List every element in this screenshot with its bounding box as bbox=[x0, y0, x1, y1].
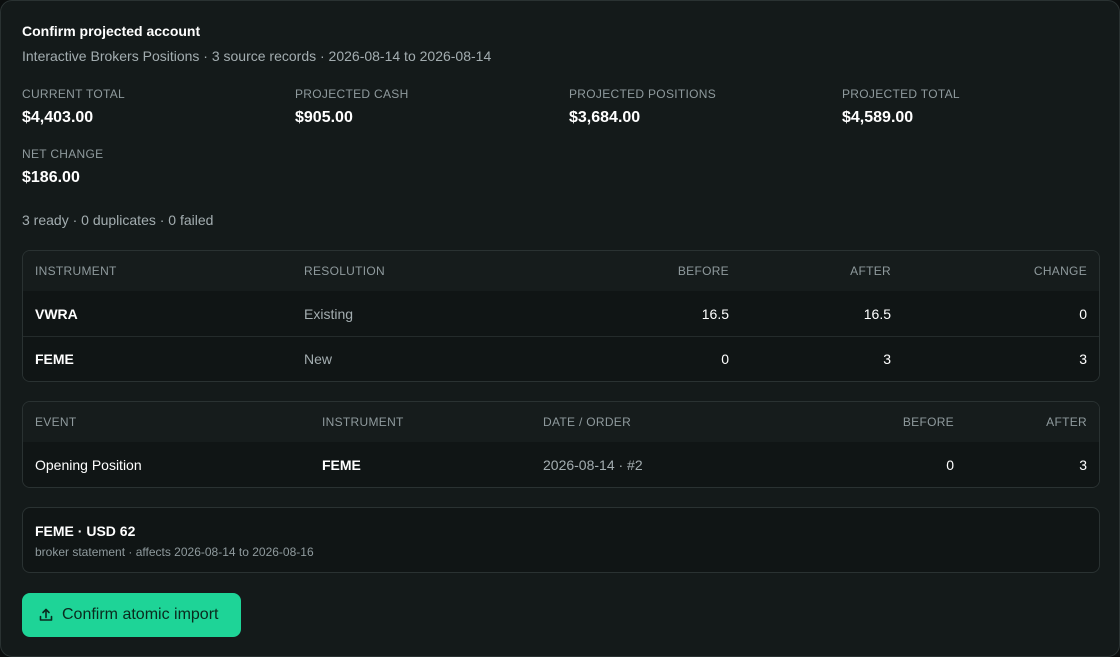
confirm-panel: Confirm projected account Interactive Br… bbox=[0, 0, 1120, 657]
metric-projected-total: PROJECTED TOTAL $4,589.00 bbox=[842, 87, 960, 127]
status-counts: 3 ready · 0 duplicates · 0 failed bbox=[22, 212, 214, 228]
metric-label: PROJECTED POSITIONS bbox=[569, 87, 717, 101]
cell-resolution: New bbox=[304, 351, 333, 367]
column-header-event: EVENT bbox=[35, 415, 77, 429]
cell-after: 3 bbox=[883, 351, 891, 367]
upload-icon bbox=[38, 607, 54, 623]
metric-value: $4,403.00 bbox=[22, 109, 94, 126]
cell-change: 3 bbox=[1079, 351, 1087, 367]
column-header-before: BEFORE bbox=[677, 264, 729, 278]
table-header: INSTRUMENT RESOLUTION BEFORE AFTER CHANG… bbox=[23, 251, 1099, 291]
column-header-date-order: DATE / ORDER bbox=[543, 415, 632, 429]
metric-net-change: NET CHANGE $186.00 bbox=[22, 147, 103, 187]
column-header-after: AFTER bbox=[1046, 415, 1087, 429]
cell-after: 3 bbox=[1079, 456, 1087, 473]
metric-value: $4,589.00 bbox=[842, 109, 914, 126]
metric-value: $186.00 bbox=[22, 169, 80, 186]
cell-instrument: FEME bbox=[35, 351, 74, 367]
cell-event: Opening Position bbox=[35, 456, 142, 473]
column-header-instrument: INSTRUMENT bbox=[322, 415, 404, 429]
metric-label: PROJECTED CASH bbox=[295, 87, 409, 101]
metric-projected-positions: PROJECTED POSITIONS $3,684.00 bbox=[569, 87, 716, 127]
table-row: Opening Position FEME 2026-08-14 · #2 0 … bbox=[23, 442, 1099, 487]
cell-change: 0 bbox=[1079, 305, 1087, 322]
events-table: EVENT INSTRUMENT DATE / ORDER BEFORE AFT… bbox=[22, 401, 1100, 488]
cell-before: 0 bbox=[946, 456, 954, 473]
note-title: FEME · USD 62 bbox=[35, 523, 136, 539]
metric-value: $3,684.00 bbox=[569, 109, 641, 126]
page-subtitle: Interactive Brokers Positions · 3 source… bbox=[22, 48, 492, 64]
column-header-after: AFTER bbox=[850, 264, 891, 278]
confirm-import-label: Confirm atomic import bbox=[62, 606, 219, 623]
column-header-before: BEFORE bbox=[902, 415, 954, 429]
metric-current-total: CURRENT TOTAL $4,403.00 bbox=[22, 87, 125, 127]
metric-label: NET CHANGE bbox=[22, 147, 104, 161]
column-header-instrument: INSTRUMENT bbox=[35, 264, 117, 278]
cell-before: 16.5 bbox=[701, 305, 729, 322]
metric-label: CURRENT TOTAL bbox=[22, 87, 126, 101]
column-header-change: CHANGE bbox=[1033, 264, 1087, 278]
positions-table: INSTRUMENT RESOLUTION BEFORE AFTER CHANG… bbox=[22, 250, 1100, 382]
cell-after: 16.5 bbox=[863, 305, 891, 322]
source-note: FEME · USD 62 broker statement · affects… bbox=[22, 507, 1100, 573]
page-title: Confirm projected account bbox=[22, 23, 201, 39]
metric-projected-cash: PROJECTED CASH $905.00 bbox=[295, 87, 409, 127]
cell-date-order: 2026-08-14 · #2 bbox=[543, 456, 643, 473]
note-subtitle: broker statement · affects 2026-08-14 to… bbox=[35, 545, 314, 559]
table-row: VWRA Existing 16.5 16.5 0 bbox=[23, 291, 1099, 336]
cell-instrument: FEME bbox=[322, 456, 361, 473]
metric-value: $905.00 bbox=[295, 109, 353, 126]
metric-label: PROJECTED TOTAL bbox=[842, 87, 960, 101]
table-header: EVENT INSTRUMENT DATE / ORDER BEFORE AFT… bbox=[23, 402, 1099, 442]
confirm-import-button[interactable]: Confirm atomic import bbox=[22, 593, 241, 637]
cell-before: 0 bbox=[721, 351, 729, 367]
cell-instrument: VWRA bbox=[35, 305, 78, 322]
column-header-resolution: RESOLUTION bbox=[304, 264, 386, 278]
cell-resolution: Existing bbox=[304, 305, 354, 322]
table-row: FEME New 0 3 3 bbox=[23, 336, 1099, 381]
